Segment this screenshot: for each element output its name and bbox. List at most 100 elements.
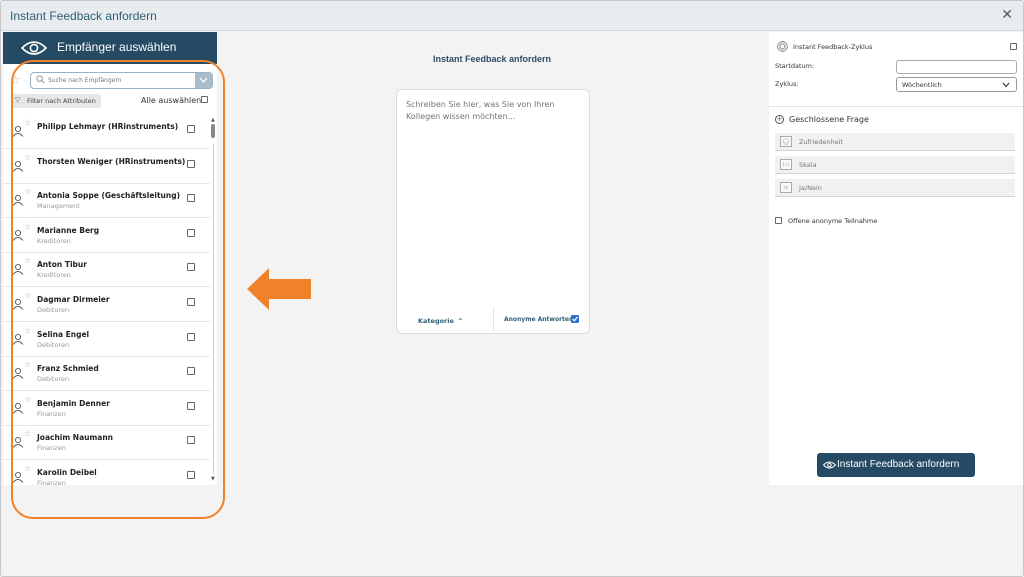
recipient-department: Finanzen — [37, 479, 66, 485]
recipient-department: Kreditoren — [37, 271, 71, 280]
favorite-star-icon[interactable]: ☆ — [24, 429, 31, 438]
cycle-label: Instant Feedback-Zyklus — [793, 43, 873, 51]
eye-icon — [823, 461, 836, 469]
category-toggle[interactable]: Kategorie ^ — [418, 317, 463, 325]
open-anonymous-checkbox[interactable] — [775, 217, 782, 224]
recipient-checkbox[interactable] — [187, 263, 195, 272]
favorite-star-icon[interactable]: ☆ — [24, 326, 31, 335]
recipient-checkbox[interactable] — [187, 194, 195, 203]
request-feedback-label: Instant Feedback anfordern — [837, 459, 960, 470]
anonymous-answers-checkbox[interactable] — [571, 315, 579, 323]
scroll-thumb[interactable] — [211, 124, 215, 138]
recipient-name: Joachim Naumann — [37, 433, 114, 443]
recipient-checkbox[interactable] — [187, 125, 195, 133]
recipient-name: Marianne Berg — [37, 225, 100, 235]
person-icon — [12, 160, 24, 172]
cycle-select[interactable]: Wöchentlich — [896, 77, 1017, 92]
chevron-down-icon — [199, 77, 208, 83]
recipient-search[interactable] — [30, 72, 213, 89]
request-feedback-button[interactable]: Instant Feedback anfordern — [817, 453, 975, 477]
recipient-row[interactable]: ☆ Dagmar Dirmeier Debitoren — [3, 287, 210, 322]
recipient-department: Finanzen — [37, 444, 66, 453]
close-icon[interactable]: ✕ — [1001, 7, 1013, 23]
select-all-checkbox[interactable] — [201, 96, 208, 103]
recipient-checkbox[interactable] — [187, 228, 195, 237]
cycle-select-value: Wöchentlich — [902, 81, 942, 89]
recipient-panel: Empfänger auswählen ☆ ▽ Filter nach Attr… — [3, 32, 217, 485]
person-icon — [12, 298, 24, 310]
favorite-star-icon[interactable]: ☆ — [24, 360, 31, 369]
recipient-name: Benjamin Denner — [37, 398, 110, 408]
favorite-star-icon[interactable]: ☆ — [24, 222, 31, 231]
start-date-input[interactable] — [896, 60, 1017, 74]
recipient-checkbox[interactable] — [187, 298, 195, 306]
scroll-up-icon[interactable]: ▲ — [211, 117, 215, 123]
favorite-star-icon[interactable]: ☆ — [24, 256, 31, 265]
recipient-checkbox[interactable] — [187, 159, 195, 168]
recipient-row[interactable]: ☆ Marianne Berg Kreditoren — [3, 218, 210, 253]
favorite-star-icon[interactable]: ☆ — [24, 291, 31, 300]
recipient-row[interactable]: ☆ Anton Tibur Kreditoren — [3, 252, 210, 288]
recipient-row[interactable]: ☆ Thorsten Weniger (HRinstruments) — [3, 149, 210, 184]
recipient-checkbox[interactable] — [187, 367, 195, 376]
recipient-name: Karolin Deibel — [37, 468, 97, 477]
feedback-message-input[interactable] — [406, 99, 576, 135]
recipient-row[interactable]: ☆ Joachim Naumann Finanzen — [3, 425, 210, 461]
recipient-row[interactable]: ☆ Franz Schmied Debitoren — [3, 356, 210, 392]
search-input[interactable] — [48, 74, 188, 87]
recipient-department: Management — [37, 202, 80, 211]
favorite-star-icon[interactable]: ☆ — [24, 464, 31, 473]
recipient-checkbox[interactable] — [187, 471, 195, 479]
option-satisfaction[interactable]: Zufriedenheit — [775, 133, 1015, 151]
recipient-name: Selina Engel — [37, 329, 90, 339]
person-icon — [12, 125, 24, 137]
recipient-name: Philipp Lehmayr (HRinstruments) — [37, 122, 179, 131]
recipient-checkbox[interactable] — [187, 436, 195, 445]
favorite-star-icon[interactable]: ☆ — [24, 187, 31, 196]
recipient-row[interactable]: ☆ Karolin Deibel Finanzen — [3, 460, 210, 485]
scroll-down-icon[interactable]: ▼ — [211, 476, 215, 482]
recipient-row[interactable]: ☆ Antonia Soppe (Geschäftsleitung) Managem… — [3, 183, 210, 219]
favorite-star-icon[interactable]: ☆ — [24, 395, 31, 404]
recipient-row[interactable]: ☆ Philipp Lehmayr (HRinstruments) — [3, 114, 210, 149]
filter-label: Filter nach Attributen — [27, 97, 96, 105]
cycle-select-label: Zyklus: — [775, 80, 799, 88]
feedback-card: Kategorie^ Anonyme Antworten — [396, 89, 590, 334]
chevron-down-icon — [1002, 82, 1010, 88]
feedback-title: Instant Feedback anfordern — [432, 54, 552, 64]
cycle-checkbox[interactable] — [1010, 43, 1017, 50]
favorite-star-icon[interactable]: ☆ — [24, 118, 31, 127]
settings-divider — [769, 106, 1023, 107]
yes-no-icon — [780, 182, 792, 193]
recipient-row[interactable]: ☆ Selina Engel Debitoren — [3, 322, 210, 357]
recipient-department: Debitoren — [37, 306, 70, 314]
closed-question-label[interactable]: Geschlossene Frage — [789, 115, 869, 124]
search-icon — [36, 75, 45, 84]
category-label: Kategorie — [418, 317, 454, 325]
person-icon — [12, 471, 24, 483]
recipient-list-scrollbar[interactable]: ▲ ▼ — [209, 114, 217, 485]
option-scale[interactable]: Skala — [775, 156, 1015, 174]
filter-by-attributes-button[interactable]: ▽ Filter nach Attributen — [11, 94, 101, 108]
option-yes-no[interactable]: Ja/Nein — [775, 179, 1015, 197]
plus-circle-icon[interactable]: + — [775, 115, 784, 124]
person-icon — [12, 402, 24, 414]
person-icon — [12, 195, 24, 206]
recipient-panel-title: Empfänger auswählen — [57, 40, 177, 54]
dialog-window: Instant Feedback anfordern ✕ Empfänger a… — [0, 0, 1024, 577]
recipient-department: Finanzen — [37, 409, 66, 418]
recipient-row[interactable]: ☆ Benjamin Denner Finanzen — [3, 391, 210, 426]
settings-panel: Instant Feedback-Zyklus Startdatum: Zykl… — [769, 32, 1023, 485]
favorite-star-icon[interactable]: ☆ — [24, 153, 31, 162]
recipient-name: Anton Tibur — [37, 260, 87, 270]
recipient-checkbox[interactable] — [187, 332, 195, 341]
option-yes-no-label: Ja/Nein — [799, 184, 822, 192]
eye-icon — [21, 41, 47, 55]
option-scale-label: Skala — [799, 161, 817, 169]
filter-icon: ▽ — [15, 96, 21, 104]
recipient-checkbox[interactable] — [187, 401, 195, 410]
favorites-star-icon[interactable]: ☆ — [10, 73, 21, 87]
cycle-icon — [777, 41, 788, 52]
search-dropdown-button[interactable] — [195, 73, 212, 88]
recipient-department: Debitoren — [37, 375, 70, 384]
